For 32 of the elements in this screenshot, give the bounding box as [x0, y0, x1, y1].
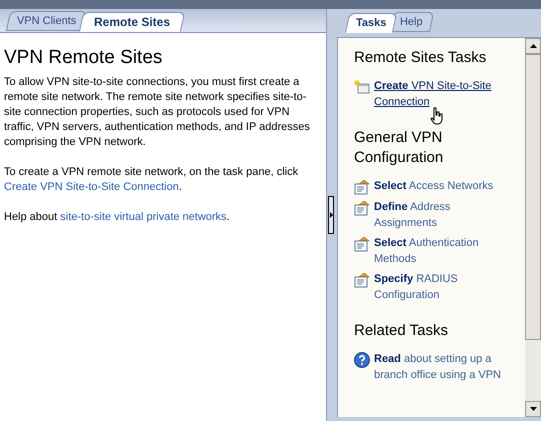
properties-icon	[354, 180, 370, 195]
section-heading: General VPN Configuration	[354, 128, 444, 168]
scroll-up-button[interactable]	[525, 38, 541, 54]
properties-icon	[354, 237, 370, 252]
link[interactable]: Create VPN Site-to-Site Connection	[4, 181, 179, 193]
task-link[interactable]: Create VPN Site-to-Site Connection	[374, 78, 503, 110]
task-link[interactable]: Read about setting up a branch office using a VPN	[374, 351, 503, 383]
help-icon	[354, 352, 370, 368]
hand-cursor-icon	[430, 107, 444, 125]
section-heading: Related Tasks	[354, 321, 449, 341]
link[interactable]: site-to-site virtual private networks	[60, 211, 227, 223]
paragraph: To create a VPN remote site network, on the task pane, click Create VPN Site-to-Site Connection.	[4, 165, 300, 195]
new-item-icon	[354, 80, 370, 94]
expand-arrow-icon	[330, 212, 332, 218]
page-title: VPN Remote Sites	[4, 47, 164, 69]
splitter-handle[interactable]	[328, 196, 334, 234]
tab[interactable]: Tasks	[344, 13, 398, 33]
task-link[interactable]: Select Access Networks	[374, 178, 494, 195]
tab[interactable]: Remote Sites	[79, 12, 186, 32]
task-link[interactable]: Define Address Assignments	[374, 199, 503, 231]
task-link[interactable]: Specify RADIUS Configuration	[374, 271, 503, 303]
section-heading: Remote Sites Tasks	[354, 48, 488, 68]
down-arrow-icon	[530, 407, 536, 411]
up-arrow-icon	[530, 44, 536, 48]
scroll-thumb[interactable]	[525, 54, 541, 340]
paragraph: Help about site-to-site virtual private networks.	[4, 210, 231, 225]
task-link[interactable]: Select Authentication Methods	[374, 235, 503, 267]
paragraph: To allow VPN site-to-site connections, you must first create a remote site network. The remote site network specifies site-to-site connection properties, such as protocols used for VPN traffic, VPN servers, authentication methods, and IP addresses comprising the VPN network.	[4, 75, 311, 150]
properties-icon	[354, 201, 370, 216]
tab[interactable]: VPN Clients	[6, 11, 88, 31]
properties-icon	[354, 273, 370, 288]
scroll-down-button[interactable]	[525, 401, 541, 417]
